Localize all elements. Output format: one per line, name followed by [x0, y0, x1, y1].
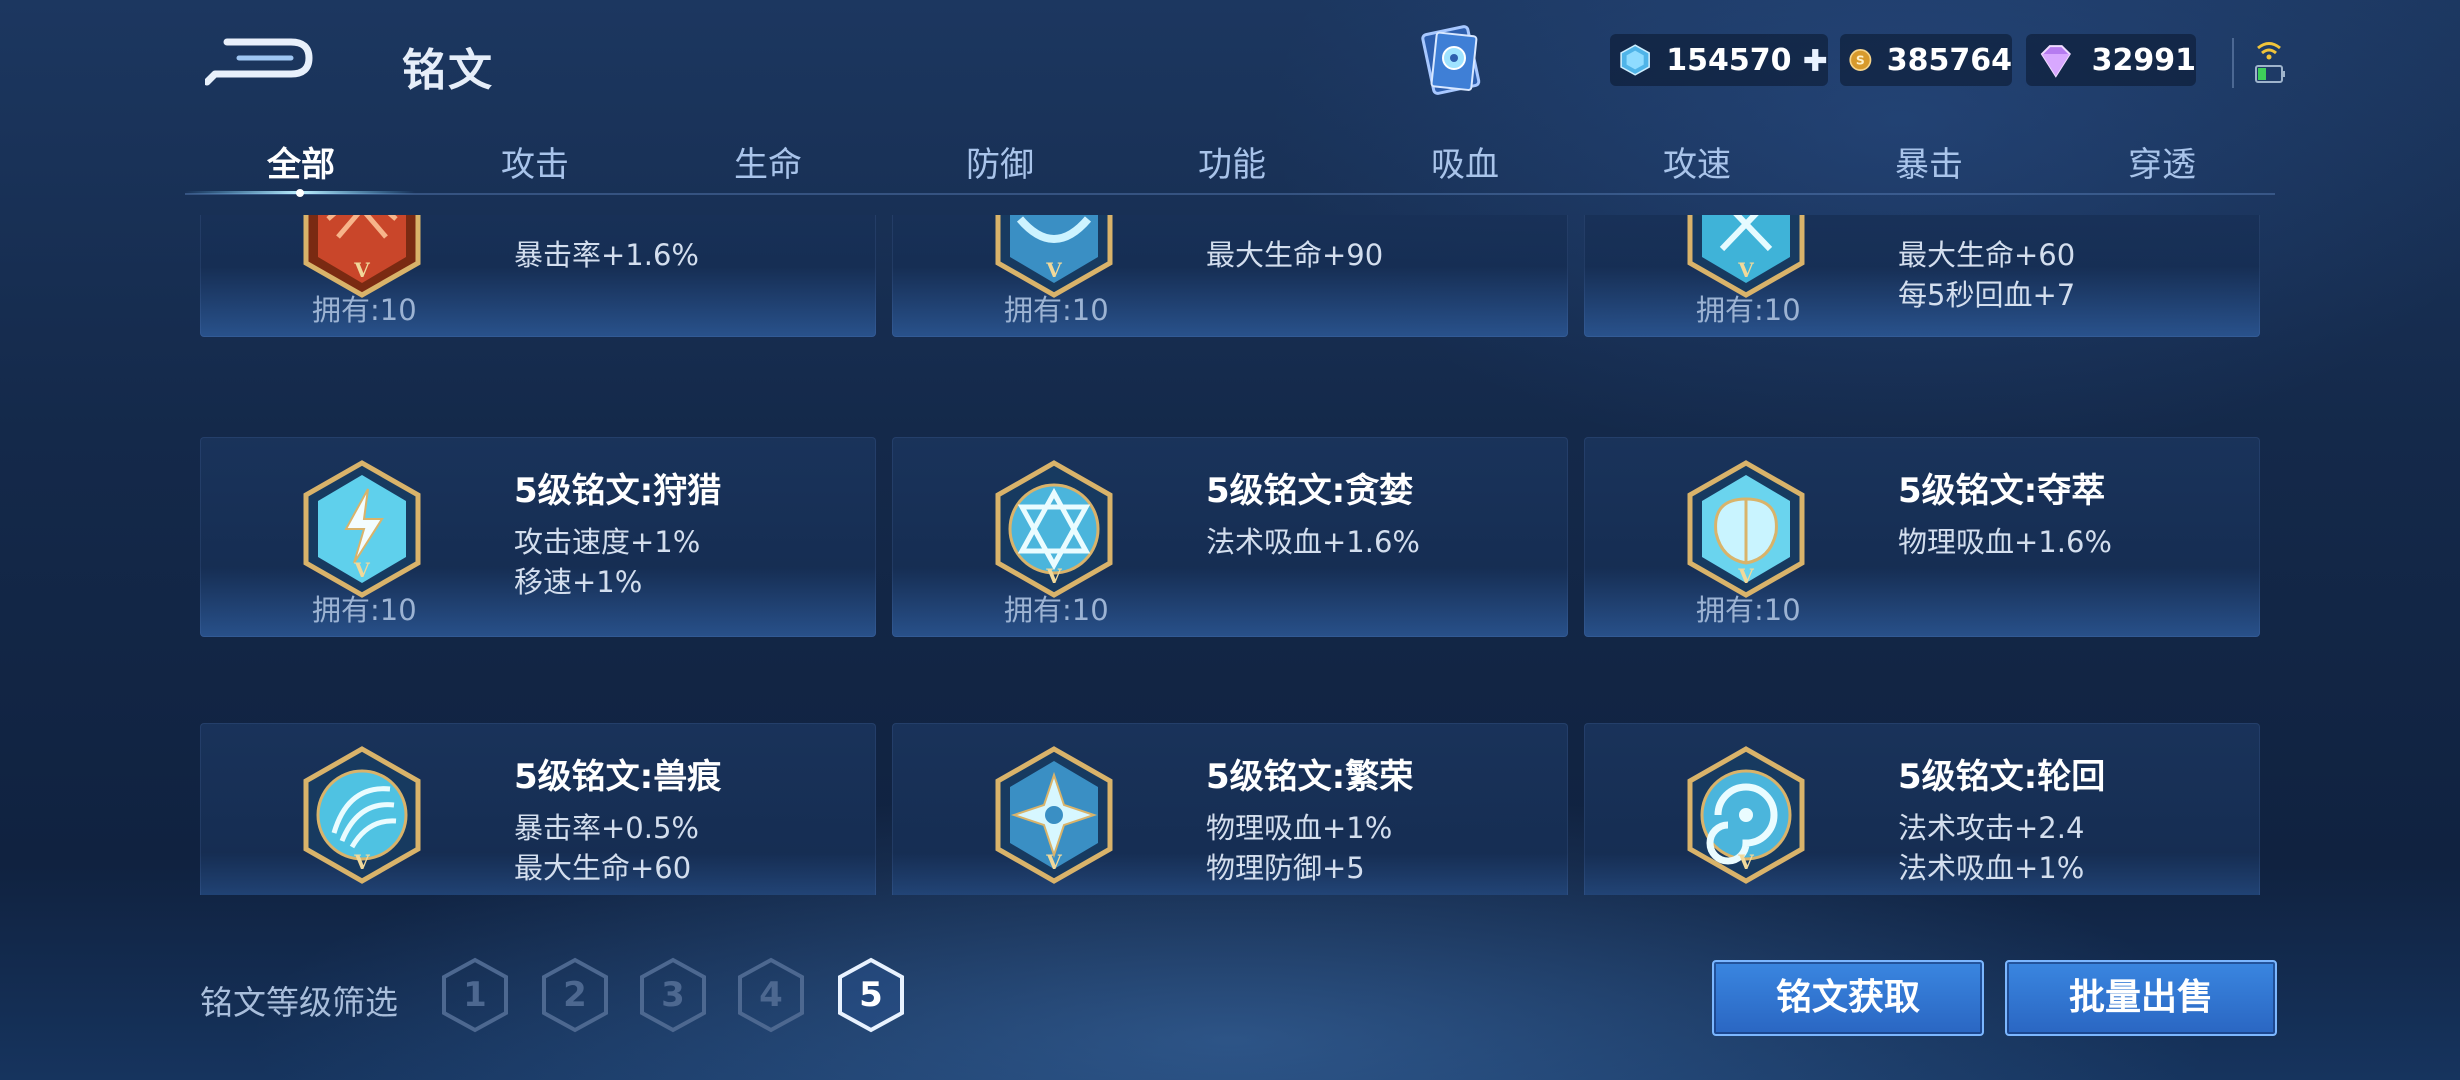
- rune-book-icon[interactable]: [1412, 22, 1490, 100]
- tab-all[interactable]: 全部: [267, 137, 335, 186]
- add-coupon-icon[interactable]: [1802, 43, 1828, 77]
- tab-attack-speed[interactable]: 攻速: [1663, 137, 1731, 186]
- purple-gem-icon: [2040, 45, 2071, 78]
- rune-name: 5级铭文:轮回: [1898, 757, 2106, 797]
- rune-attr: 物理吸血+1%: [1206, 811, 1393, 845]
- coupon-balance: 154570: [1610, 34, 1828, 86]
- plunder-rune-icon: V: [1687, 460, 1805, 598]
- gem-balance: 32991: [2026, 34, 2196, 86]
- rune-owned-count: 拥有:10: [1696, 293, 1801, 327]
- svg-text:V: V: [1045, 850, 1062, 874]
- svg-text:V: V: [1737, 258, 1754, 282]
- rune-card[interactable]: V 5级铭文:兽痕 暴击率+0.5% 最大生命+60: [200, 723, 876, 895]
- rune-card[interactable]: V 5级铭文:夺萃 物理吸血+1.6% 拥有:10: [1584, 437, 2260, 637]
- tab-attack[interactable]: 攻击: [501, 137, 569, 186]
- bulk-sell-button[interactable]: 批量出售: [2005, 960, 2277, 1036]
- level-filter-5[interactable]: 5: [836, 957, 906, 1033]
- coupon-diamond-icon: [1620, 44, 1650, 76]
- rune-card[interactable]: V 5级铭文:狩猎 攻击速度+1% 移速+1% 拥有:10: [200, 437, 876, 637]
- level-filter-1[interactable]: 1: [440, 957, 510, 1033]
- svg-text:V: V: [1737, 564, 1754, 588]
- obtain-rune-button[interactable]: 铭文获取: [1712, 960, 1984, 1036]
- gold-coin-icon: S: [1849, 49, 1872, 71]
- level-number: 4: [759, 975, 783, 1015]
- rune-attr: 法术吸血+1%: [1898, 851, 2085, 885]
- rune-owned-count: 拥有:10: [312, 293, 417, 327]
- rune-attr: 法术吸血+1.6%: [1206, 525, 1420, 559]
- level-filter-4[interactable]: 4: [736, 957, 806, 1033]
- tabs-divider: [185, 193, 2275, 195]
- rune-attr: 法术攻击+2.4: [1898, 811, 2085, 845]
- category-tabs: 全部 攻击 生命 防御 功能 吸血 攻速 暴击 穿透: [185, 125, 2275, 195]
- level-filter-2[interactable]: 2: [540, 957, 610, 1033]
- level-filter-label: 铭文等级筛选: [200, 983, 398, 1022]
- rune-name: 5级铭文:夺萃: [1898, 471, 2106, 511]
- rune-attr: 最大生命+60: [1898, 238, 2076, 272]
- rune-name: 5级铭文:兽痕: [514, 757, 722, 797]
- network-battery-icon: [2250, 38, 2288, 90]
- gold-value: 385764: [1886, 42, 2012, 78]
- rune-card[interactable]: V 5级铭文:贪婪 法术吸血+1.6% 拥有:10: [892, 437, 1568, 637]
- svg-text:V: V: [1045, 258, 1062, 282]
- svg-text:V: V: [1737, 850, 1754, 874]
- rune-attr: 暴击率+0.5%: [514, 811, 699, 845]
- svg-text:V: V: [353, 558, 370, 582]
- rune-attr: 物理防御+5: [1206, 851, 1365, 885]
- greed-rune-icon: V: [995, 460, 1113, 598]
- rune-grid: V 暴击率+1.6% 拥有:10 V 最大生命+90 拥有:10 V 最大生命+…: [195, 215, 2265, 895]
- rune-card[interactable]: V 最大生命+60 每5秒回血+7 拥有:10: [1584, 215, 2260, 337]
- hunting-rune-icon: V: [303, 460, 421, 598]
- reincarnation-rune-icon: V: [1687, 746, 1805, 884]
- rune-name: 5级铭文:狩猎: [514, 471, 722, 511]
- rune-card[interactable]: V 暴击率+1.6% 拥有:10: [200, 215, 876, 337]
- back-arrow-icon: [203, 38, 313, 86]
- rune-attr: 最大生命+60: [514, 851, 692, 885]
- level-number: 3: [661, 975, 685, 1015]
- rune-owned-count: 拥有:10: [1696, 593, 1801, 627]
- gold-balance: S 385764: [1840, 34, 2012, 86]
- level-filter-3[interactable]: 3: [638, 957, 708, 1033]
- rune-card[interactable]: V 5级铭文:繁荣 物理吸血+1% 物理防御+5: [892, 723, 1568, 895]
- rune-name: 5级铭文:贪婪: [1206, 471, 1414, 511]
- coupon-value: 154570: [1666, 42, 1792, 78]
- tab-lifesteal[interactable]: 吸血: [1431, 137, 1499, 186]
- tab-defense[interactable]: 防御: [966, 137, 1034, 186]
- rune-attr: 每5秒回血+7: [1898, 278, 2076, 312]
- active-tab-indicator: [185, 189, 415, 197]
- gem-value: 32991: [2091, 42, 2196, 78]
- svg-text:S: S: [1856, 54, 1865, 68]
- rune-name: 5级铭文:繁荣: [1206, 757, 1414, 797]
- rune-owned-count: 拥有:10: [1004, 293, 1109, 327]
- rune-attr: 暴击率+1.6%: [514, 238, 699, 272]
- level-number: 2: [563, 975, 587, 1015]
- tab-penetration[interactable]: 穿透: [2128, 137, 2196, 186]
- header-divider: [2232, 38, 2234, 88]
- prosperity-rune-icon: V: [995, 746, 1113, 884]
- rune-card[interactable]: V 最大生命+90 拥有:10: [892, 215, 1568, 337]
- svg-text:V: V: [353, 850, 370, 874]
- svg-text:V: V: [1045, 564, 1062, 588]
- rune-card[interactable]: V 5级铭文:轮回 法术攻击+2.4 法术吸血+1%: [1584, 723, 2260, 895]
- level-number: 1: [463, 975, 487, 1015]
- tab-critical[interactable]: 暴击: [1895, 137, 1963, 186]
- rune-attr: 物理吸血+1.6%: [1898, 525, 2112, 559]
- rune-attr: 攻击速度+1%: [514, 525, 701, 559]
- tab-health[interactable]: 生命: [734, 137, 802, 186]
- rune-attr: 移速+1%: [514, 565, 643, 599]
- svg-text:V: V: [353, 258, 370, 282]
- beast-mark-rune-icon: V: [303, 746, 421, 884]
- level-number: 5: [859, 975, 883, 1015]
- rune-owned-count: 拥有:10: [1004, 593, 1109, 627]
- page-title: 铭文: [402, 45, 494, 96]
- rune-owned-count: 拥有:10: [312, 593, 417, 627]
- back-button[interactable]: [203, 28, 315, 88]
- tab-utility[interactable]: 功能: [1198, 137, 1266, 186]
- rune-attr: 最大生命+90: [1206, 238, 1384, 272]
